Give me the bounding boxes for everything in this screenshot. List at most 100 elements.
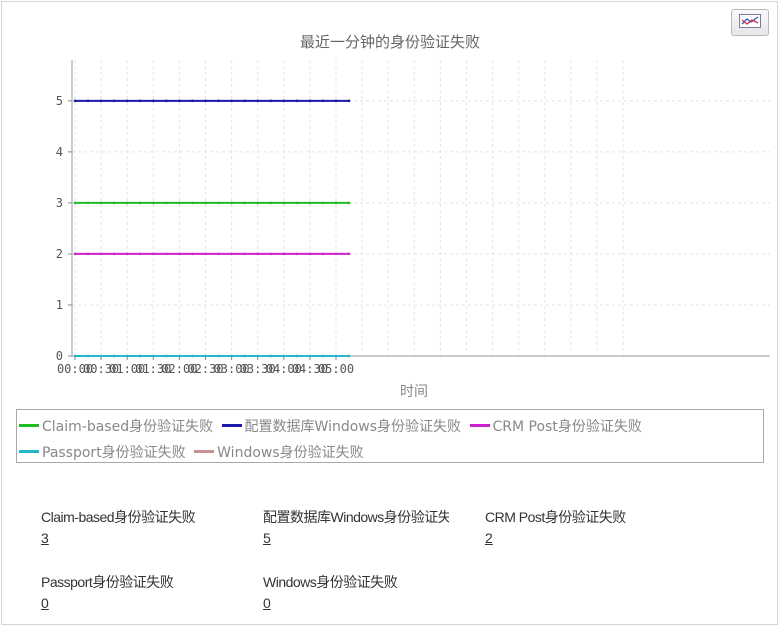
data-point	[321, 354, 325, 358]
legend-swatch	[19, 423, 39, 427]
summary-value-link[interactable]: 0	[41, 595, 49, 611]
legend-item-crm-post[interactable]: CRM Post身份验证失败	[469, 414, 642, 440]
data-point	[230, 354, 233, 358]
data-point	[165, 201, 168, 205]
data-point	[230, 201, 233, 205]
data-point	[86, 354, 90, 358]
y-tick-label: 5	[56, 94, 63, 108]
legend-item-config-db-windows[interactable]: 配置数据库Windows身份验证失败	[221, 414, 461, 440]
data-point	[334, 201, 338, 205]
legend-item-claim-based[interactable]: Claim-based身份验证失败	[19, 414, 213, 440]
data-point	[191, 252, 194, 256]
y-tick-label: 0	[56, 349, 63, 363]
data-point	[282, 201, 286, 205]
legend-row: Claim-based身份验证失败 配置数据库Windows身份验证失败 CRM…	[19, 414, 761, 440]
data-point	[191, 201, 194, 205]
summary-value-link[interactable]: 3	[41, 530, 49, 546]
data-point	[86, 201, 90, 205]
legend-item-passport[interactable]: Passport身份验证失败	[19, 440, 186, 466]
data-point	[125, 252, 129, 256]
data-point	[99, 99, 103, 103]
summary-item-config-db-windows: 配置数据库Windows身份验证失败 5	[263, 507, 449, 547]
data-point	[230, 99, 233, 103]
data-point	[73, 99, 77, 103]
data-point	[204, 99, 207, 103]
data-point	[125, 354, 129, 358]
y-tick-label: 1	[56, 298, 63, 312]
data-point	[112, 252, 116, 256]
line-chart: 最近一分钟的身份验证失败 01234500:0000:3001:0001:300…	[56, 33, 770, 400]
data-point	[204, 201, 207, 205]
data-point	[321, 252, 325, 256]
data-point	[334, 354, 338, 358]
data-point	[321, 201, 325, 205]
summary-label: Passport身份验证失败	[41, 574, 174, 590]
data-point	[138, 99, 142, 103]
data-point	[347, 201, 351, 205]
data-point	[243, 354, 246, 358]
summary-value-link[interactable]: 5	[263, 530, 271, 546]
data-point	[86, 252, 90, 256]
data-point	[125, 99, 129, 103]
data-point	[282, 99, 286, 103]
data-point	[165, 99, 168, 103]
legend-label: Claim-based身份验证失败	[42, 419, 214, 435]
data-point	[152, 201, 155, 205]
data-point	[178, 201, 181, 205]
data-point	[256, 354, 260, 358]
data-point	[191, 99, 194, 103]
data-point	[308, 99, 312, 103]
data-point	[73, 252, 77, 256]
data-point	[125, 201, 129, 205]
data-point	[295, 201, 299, 205]
legend-swatch	[194, 449, 215, 453]
summary-item-passport: Passport身份验证失败 0	[41, 572, 251, 612]
data-point	[112, 99, 116, 103]
summary-item-windows: Windows身份验证失败 0	[263, 572, 473, 612]
data-point	[321, 99, 325, 103]
summary-value-link[interactable]: 2	[485, 530, 493, 546]
legend-item-windows[interactable]: Windows身份验证失败	[194, 440, 364, 466]
legend-swatch	[469, 423, 490, 427]
y-tick-label: 2	[56, 247, 63, 261]
data-point	[217, 201, 220, 205]
chart-type-button[interactable]	[731, 9, 769, 36]
data-point	[269, 252, 273, 256]
data-point	[165, 252, 168, 256]
data-point	[152, 252, 155, 256]
chart-title: 最近一分钟的身份验证失败	[300, 33, 480, 51]
data-point	[269, 201, 273, 205]
axes: 01234500:0000:3001:0001:3002:0002:3003:0…	[56, 60, 770, 376]
data-point	[295, 252, 299, 256]
data-point	[269, 354, 273, 358]
data-point	[256, 201, 260, 205]
data-point	[347, 354, 351, 358]
data-point	[282, 252, 286, 256]
series-lines	[73, 99, 351, 358]
data-point	[73, 354, 77, 358]
summary-value-link[interactable]: 0	[263, 595, 271, 611]
x-axis-title: 时间	[400, 384, 428, 400]
data-point	[347, 99, 351, 103]
data-point	[152, 354, 155, 358]
data-point	[295, 354, 299, 358]
data-point	[191, 354, 194, 358]
legend-swatch	[19, 449, 39, 453]
legend-row: Passport身份验证失败 Windows身份验证失败	[19, 440, 761, 466]
data-point	[138, 201, 142, 205]
legend-label: Passport身份验证失败	[42, 445, 186, 461]
summary-label: Windows身份验证失败	[263, 574, 398, 590]
data-point	[308, 354, 312, 358]
data-point	[112, 201, 116, 205]
data-point	[308, 201, 312, 205]
legend-label: CRM Post身份验证失败	[492, 419, 642, 435]
data-point	[99, 201, 103, 205]
data-point	[99, 252, 103, 256]
y-tick-label: 4	[56, 145, 63, 159]
data-point	[334, 252, 338, 256]
summary-label: CRM Post身份验证失败	[485, 509, 626, 525]
data-point	[295, 99, 299, 103]
data-point	[204, 252, 207, 256]
y-tick-label: 3	[56, 196, 63, 210]
data-point	[217, 354, 220, 358]
